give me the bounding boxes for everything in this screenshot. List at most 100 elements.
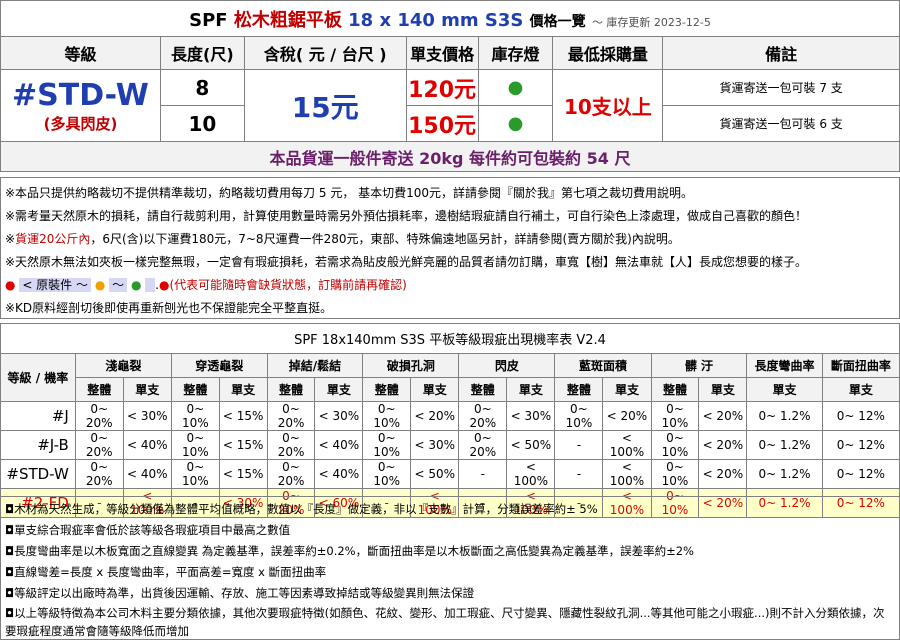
unit-price: 150元: [405, 105, 479, 142]
defect-row: #J-B 0~ 20% < 40% 0~ 10% < 15% 0~ 20% < 40% 0~ …: [0, 430, 900, 460]
note-shipping-detail: ，6尺(含)以下運費180元，7~8尺運費一件280元，東部、特殊偏遠地區另計，…: [90, 232, 680, 246]
remark: 貨運寄送一包可裝 6 支: [662, 105, 900, 142]
header-row: 等級 長度(尺) 含稅( 元 / 台尺 ) 單支價格 庫存燈 最低採購量 備註: [0, 36, 900, 70]
min-order: 10支以上: [552, 69, 664, 142]
sub-single: 單支: [602, 377, 652, 402]
defect-cell: < 20%: [602, 401, 652, 431]
note-shipping-mark: ※: [5, 232, 16, 246]
defect-cell: 0~ 20%: [266, 459, 316, 489]
grade-cell: #STD-W (多具閃皮): [0, 69, 161, 142]
red-dot-icon: ●: [5, 278, 16, 292]
price-sheet: SPF 松木粗鋸平板 18 x 140 mm S3S 價格一覽 ～ 庫存更新 2…: [0, 0, 900, 640]
corner-label: 等級 / 機率: [0, 353, 76, 402]
defect-row-grade: #J-B: [0, 430, 76, 460]
defect-cell: 0~ 10%: [170, 401, 220, 431]
title-suffix: 價格一覽: [529, 13, 586, 30]
shipping-note: 本品貨運一般件寄送 20kg 每件約可包裝約 54 尺: [0, 141, 900, 172]
notes-panel: ※本品只提供約略裁切不提供精準裁切，約略裁切費用每刀 5 元， 基本切費100元…: [0, 177, 900, 319]
defect-cell: < 100%: [602, 459, 652, 489]
defect-cell: < 20%: [698, 430, 748, 460]
page-title: SPF 松木粗鋸平板 18 x 140 mm S3S 價格一覽 ～ 庫存更新 2…: [0, 0, 900, 37]
defect-cell: 0~ 10%: [650, 401, 700, 431]
unit-price: 120元: [405, 69, 479, 106]
legend-label: < 原裝件 ～: [19, 278, 91, 292]
sub-single: 單支: [314, 377, 364, 402]
defect-table-title: SPF 18x140mm S3S 平板等級瑕疵出現機率表 V2.4: [0, 323, 900, 354]
defect-title-row: SPF 18x140mm S3S 平板等級瑕疵出現機率表 V2.4: [0, 323, 900, 354]
defect-cell: < 40%: [314, 459, 364, 489]
defect-cell: 0~ 20%: [458, 401, 508, 431]
note-cutting: ※本品只提供約略裁切不提供精準裁切，約略裁切費用每刀 5 元， 基本切費100元…: [5, 186, 694, 200]
sub-single: 單支: [122, 377, 172, 402]
cat-wane: 閃皮: [458, 353, 556, 378]
defect-cell: < 50%: [506, 430, 556, 460]
defect-cell: < 15%: [218, 401, 268, 431]
title-prefix: SPF: [189, 9, 234, 31]
defect-row: #J 0~ 20% < 30% 0~ 10% < 15% 0~ 20% < 30% 0~ 10…: [0, 401, 900, 431]
legend-tilde: ～: [109, 278, 128, 292]
sub-single: 單支: [821, 377, 900, 402]
defect-cell: < 30%: [122, 401, 172, 431]
sub-full: 整體: [458, 377, 508, 402]
sub-full: 整體: [170, 377, 220, 402]
header-stock: 庫存燈: [477, 36, 554, 70]
defect-table: SPF 18x140mm S3S 平板等級瑕疵出現機率表 V2.4 等級 / 機…: [0, 323, 900, 518]
defect-cell: 0~ 10%: [362, 459, 412, 489]
note-loss: ※需考量天然原木的損耗，請自行裁剪利用，計算使用數量時需另外預估損耗率，邊樹結瑕…: [5, 209, 808, 223]
defect-cell: 0~ 10%: [170, 459, 220, 489]
sub-full: 整體: [266, 377, 316, 402]
defect-cell: 0~ 12%: [821, 459, 900, 489]
length-value: 10: [159, 105, 245, 142]
defect-cell: 0~ 10%: [650, 459, 700, 489]
defect-cell: -: [554, 459, 604, 489]
defect-row-grade: #J: [0, 401, 76, 431]
defect-cell: 0~ 20%: [266, 430, 316, 460]
note-kd: ※KD原料經剖切後即使再重新刨光也不保證能完全平整直挺。: [5, 301, 333, 315]
remark: 貨運寄送一包可裝 7 支: [662, 69, 900, 106]
title-name: 松木粗鋸平板: [233, 9, 342, 31]
defect-row: #STD-W 0~ 20% < 40% 0~ 10% < 15% 0~ 20% < 40% 0…: [0, 459, 900, 489]
red-dot-icon-2: ●: [158, 278, 170, 292]
defect-cell: < 15%: [218, 459, 268, 489]
sub-single: 單支: [218, 377, 268, 402]
defect-cell: 0~ 10%: [650, 430, 700, 460]
footnote: ◘等級評定以出廠時為準，出貨後因運輸、存放、施工等因素導致掉結或等級變異則無法保…: [5, 586, 475, 600]
length-value: 8: [159, 69, 245, 106]
note-natural-wood: ※天然原木無法如夾板一樣完整無瑕，一定會有瑕疵損耗，若需求為貼皮般光鮮亮麗的品質…: [5, 255, 808, 269]
sub-single: 單支: [506, 377, 556, 402]
defect-cell: < 20%: [698, 459, 748, 489]
defect-header-row: 等級 / 機率 淺龜裂 穿透龜裂 掉結/鬆結 破損孔洞 閃皮 藍斑面積 髒 汙 …: [0, 353, 900, 402]
defect-row-grade: #STD-W: [0, 459, 76, 489]
sub-full: 整體: [650, 377, 700, 402]
price-per-unit: 15元: [243, 69, 407, 142]
sub-single: 單支: [698, 377, 748, 402]
footnote: ◘長度彎曲率是以木板寬面之直線變異 為定義基準，誤差率約±0.2%，斷面扭曲率是…: [5, 544, 694, 558]
defect-cell: < 30%: [314, 401, 364, 431]
defect-cell: < 30%: [410, 430, 460, 460]
product-row-1: #STD-W (多具閃皮) 8 15元 120元 ● 10支以上 貨運寄送一包可…: [0, 69, 900, 142]
defect-cell: 0~ 20%: [458, 430, 508, 460]
defect-cell: 0~ 10%: [362, 430, 412, 460]
header-unit-price: 單支價格: [405, 36, 479, 70]
footnote: ◘木材為天然生成，等級分類僅為整體平均值概略，數值以『長度』做定義，非以『支數』…: [5, 502, 598, 516]
defect-cell: 0~ 12%: [821, 401, 900, 431]
defect-cell: 0~ 1.2%: [746, 430, 823, 460]
header-length: 長度(尺): [159, 36, 245, 70]
cat-twist: 斷面扭曲率: [821, 353, 900, 378]
cat-blue-stain: 藍斑面積: [554, 353, 652, 378]
sub-single: 單支: [746, 377, 823, 402]
header-grade: 等級: [0, 36, 161, 70]
defect-cell: 0~ 10%: [554, 401, 604, 431]
defect-cell: 0~ 1.2%: [746, 459, 823, 489]
cat-loose-knot: 掉結/鬆結: [266, 353, 364, 378]
defect-cell: < 40%: [122, 459, 172, 489]
cat-shallow-crack: 淺龜裂: [74, 353, 172, 378]
defect-cell: -: [554, 430, 604, 460]
price-table: SPF 松木粗鋸平板 18 x 140 mm S3S 價格一覽 ～ 庫存更新 2…: [0, 0, 900, 172]
header-min-order: 最低採購量: [552, 36, 664, 70]
defect-cell: < 100%: [506, 459, 556, 489]
green-dot-icon: ●: [130, 278, 142, 292]
note-shipping-weight: 貨運20公斤內: [15, 232, 91, 246]
defect-cell: 0~ 1.2%: [746, 401, 823, 431]
defect-cell: 0~ 20%: [74, 430, 124, 460]
